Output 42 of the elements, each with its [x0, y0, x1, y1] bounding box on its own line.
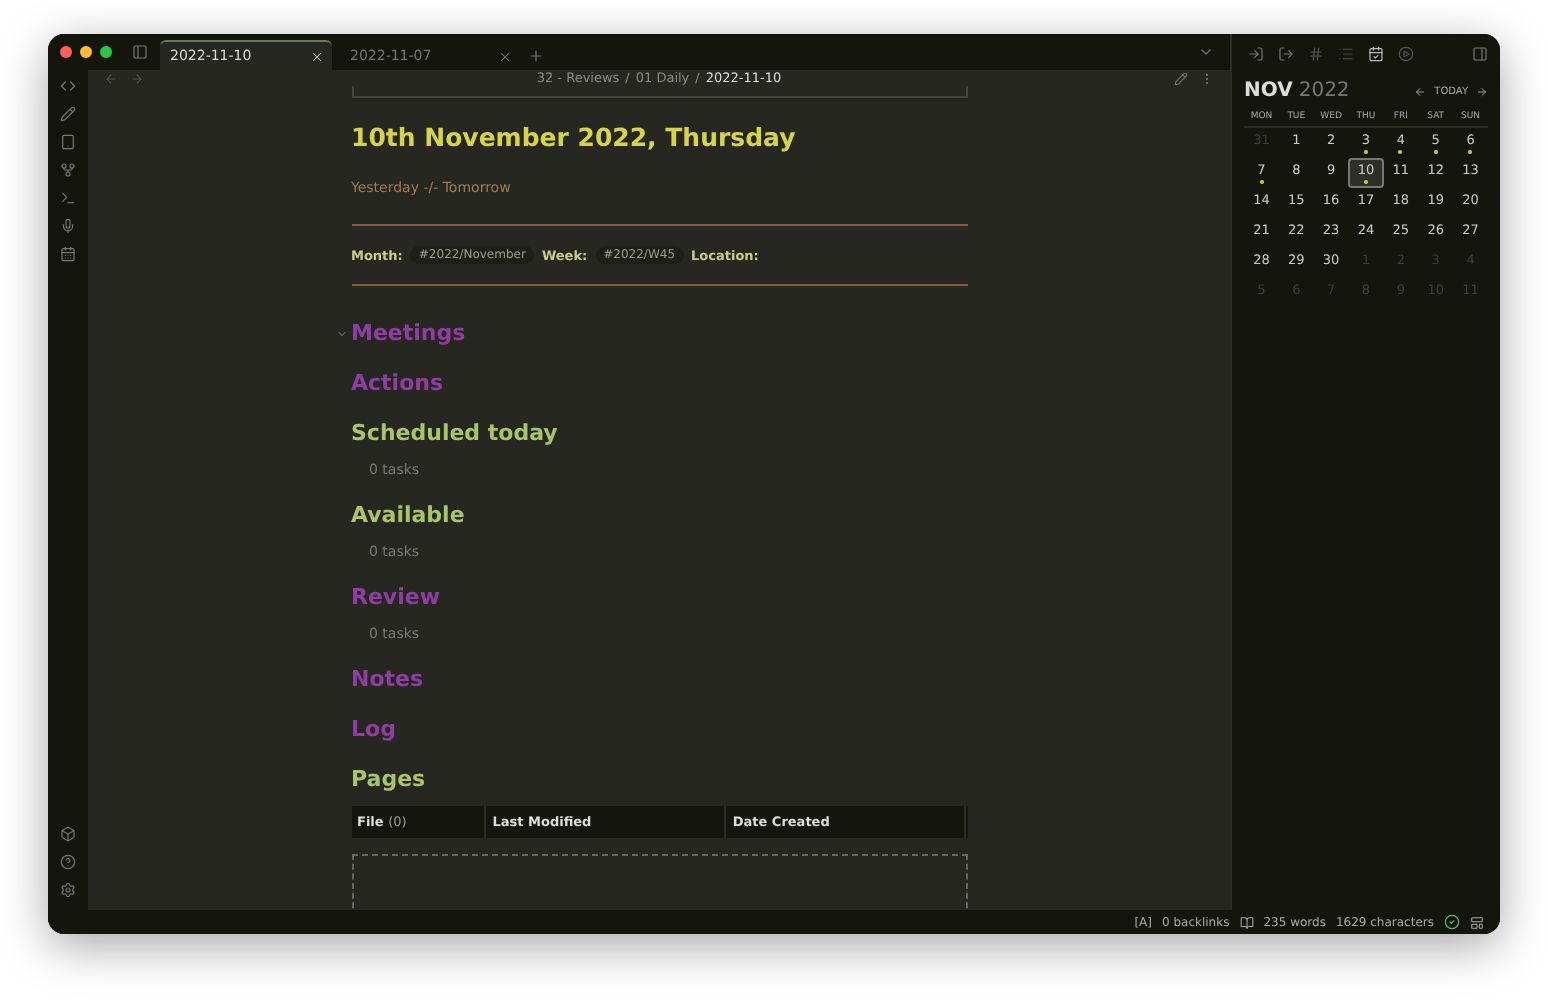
- minimize-window-button[interactable]: [80, 46, 92, 58]
- section-heading: Review: [351, 582, 442, 612]
- chevron-down-icon[interactable]: [335, 328, 347, 340]
- terminal-icon[interactable]: [60, 190, 76, 206]
- sync-check-icon[interactable]: [1444, 914, 1460, 930]
- section-heading: Available: [351, 500, 467, 530]
- section-heading: Pages: [351, 764, 428, 794]
- close-window-button[interactable]: [60, 46, 72, 58]
- calendar-icon[interactable]: [60, 246, 76, 262]
- play-icon[interactable]: [1398, 46, 1414, 62]
- layout-icon[interactable]: [1470, 915, 1484, 929]
- chevron-down-icon[interactable]: [1198, 44, 1214, 60]
- microphone-icon[interactable]: [60, 218, 76, 234]
- section-heading: Meetings: [351, 318, 967, 348]
- hash-icon[interactable]: [1308, 46, 1324, 62]
- section-heading: Log: [351, 714, 398, 744]
- settings-icon[interactable]: [60, 882, 76, 898]
- section-heading: Notes: [351, 664, 426, 694]
- tablet-icon[interactable]: [60, 134, 76, 150]
- book-icon[interactable]: [1239, 915, 1254, 929]
- previous-month-icon[interactable]: [1414, 85, 1427, 97]
- maximize-window-button[interactable]: [100, 46, 112, 58]
- sidebar-toggle-icon[interactable]: [132, 44, 148, 60]
- section-heading: Scheduled today: [351, 418, 560, 448]
- sign-out-icon[interactable]: [1278, 46, 1294, 62]
- edit-icon[interactable]: [1174, 71, 1188, 85]
- right-sidebar-icon[interactable]: [1472, 46, 1488, 62]
- close-icon[interactable]: [498, 49, 512, 63]
- note-title: 10th November 2022, Thursday: [351, 122, 798, 152]
- help-icon[interactable]: [60, 854, 76, 870]
- close-icon[interactable]: [310, 49, 324, 63]
- calendar-month: NOV: [1244, 80, 1293, 102]
- code-icon[interactable]: [60, 78, 76, 94]
- new-tab-icon[interactable]: [528, 47, 544, 63]
- graph-icon[interactable]: [60, 162, 76, 178]
- section-heading: Actions: [351, 368, 445, 398]
- calendar-year: 2022: [1298, 80, 1350, 102]
- pencil-icon[interactable]: [60, 106, 76, 122]
- sign-in-icon[interactable]: [1248, 46, 1264, 62]
- next-month-icon[interactable]: [1476, 85, 1488, 97]
- vault-icon[interactable]: [60, 826, 76, 842]
- calendar-icon[interactable]: [1368, 46, 1384, 62]
